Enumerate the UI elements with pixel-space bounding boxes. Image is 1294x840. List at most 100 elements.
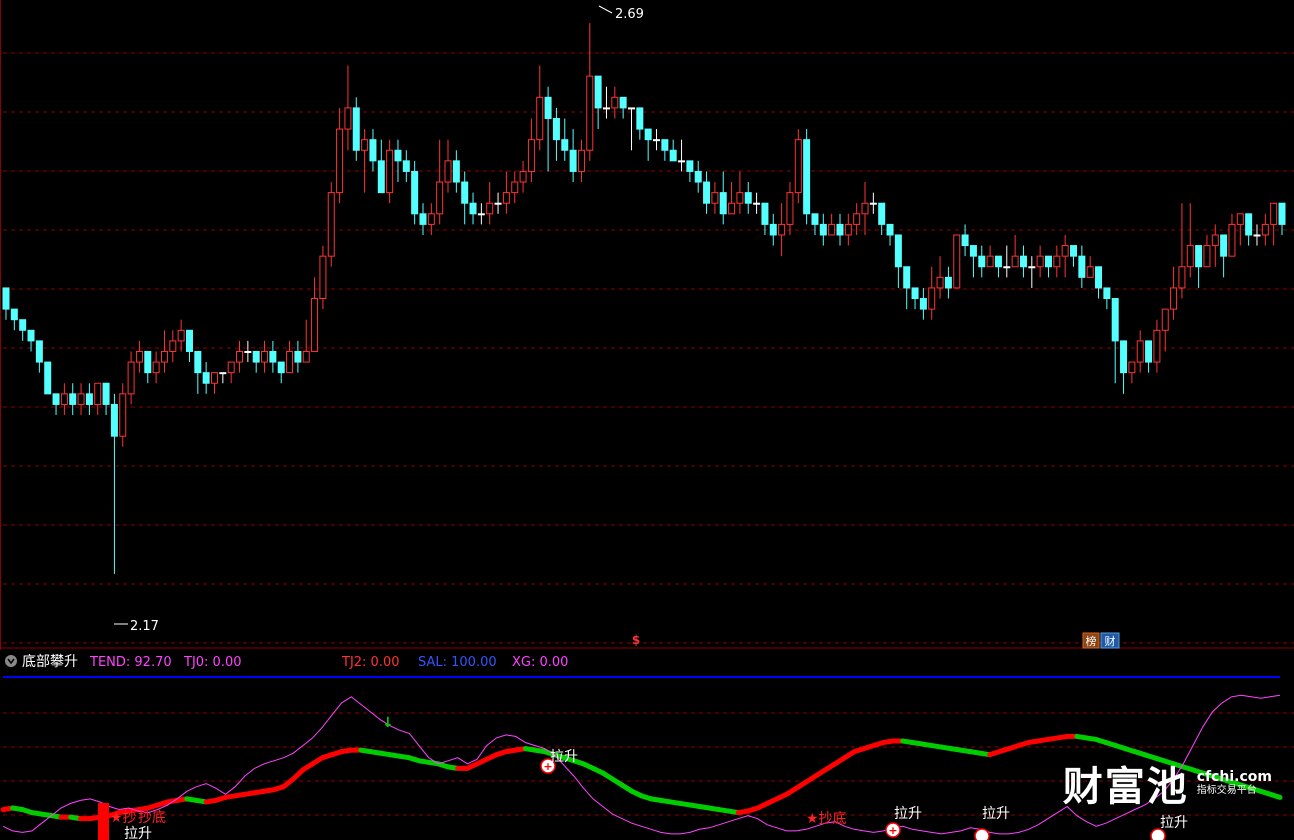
candle [1261,213,1269,246]
candle [1153,319,1161,373]
candle-body [694,170,702,183]
bottom-signal-1: ★抄 [110,810,137,826]
candle [269,340,277,373]
candle [1053,245,1061,278]
candle [1186,203,1194,278]
candle-body [1245,213,1253,236]
candle-body [569,149,577,172]
candle [577,139,585,183]
candle [561,118,569,161]
candle-body [636,107,644,130]
candle [227,361,235,384]
candle-body [619,96,627,109]
candle [728,182,736,215]
candle [469,192,477,225]
candle-body [711,192,719,204]
candle [119,383,127,447]
candle-body [744,192,752,204]
candle [461,171,469,225]
candle-body [44,361,52,395]
candle [244,340,252,363]
rise-signal-2: 拉升 [550,749,578,765]
candle-body [77,393,85,405]
candle-body [2,287,10,310]
candle [194,350,202,394]
candle-body [1103,287,1111,300]
candle-body [486,202,494,215]
candle-body [1128,361,1136,374]
candle-body [110,403,118,437]
finance-badge[interactable]: 财 [1100,632,1120,649]
candle-body [1111,298,1119,342]
candle-body [261,350,269,363]
candle [177,319,185,352]
candle [736,171,744,214]
candle-body [1261,223,1269,236]
candle-body [185,329,193,352]
candle-body [1253,234,1261,237]
candle-body [853,213,861,225]
candle [319,245,327,310]
candle-body [653,139,661,142]
stock-chart: 2.69 2.17 $ 榜 财 底部攀升 TEND: 92.70 TJ0: 0.… [0,0,1294,840]
candle-body [336,128,344,194]
candle [1253,224,1261,246]
candle-body [219,372,227,375]
candle [811,213,819,235]
candle-body [394,149,402,162]
candle-body [786,192,794,225]
candle [1120,340,1128,394]
candle [302,319,310,363]
candle-body [644,128,652,141]
candle-body [944,276,952,289]
candle-body [869,202,877,205]
high-annotation: 2.69 [598,5,644,22]
candle-body [577,149,585,172]
signal-labels: ★抄 抄底 拉升 ↓ + 拉升 ★抄底 + 拉升 拉升 拉升 [110,715,1188,840]
candle-body [135,350,143,363]
candle [436,139,444,225]
candle [394,139,402,183]
candle-body [1019,255,1027,268]
candle-body [286,350,294,374]
rank-badge[interactable]: 榜 [1082,632,1100,649]
candle-body [119,393,127,437]
candle-body [1095,266,1103,289]
candle-body [1044,255,1052,268]
candle [1086,256,1094,278]
candle [261,340,269,373]
candle-body [444,160,452,183]
candle-body [719,192,727,215]
candle-body [811,213,819,225]
candle-body [1028,266,1036,269]
candle [477,203,485,225]
candle [169,330,177,363]
candle [402,150,410,183]
candle-body [269,350,277,363]
candle [1161,308,1169,352]
candle [769,213,777,246]
candle [377,139,385,194]
svg-text:+: + [888,824,897,837]
candle [694,160,702,193]
candle [753,192,761,214]
rise-signal-1: 拉升 [124,826,152,840]
candle [1136,330,1144,373]
candle-body [919,298,927,310]
candle [803,129,811,225]
candle [486,182,494,225]
candle [644,128,652,161]
candle-body [386,149,394,194]
tj0-value: TJ0: 0.00 [183,655,242,670]
candle [369,129,377,172]
candle-body [10,308,18,321]
candle-body [469,202,477,215]
candle-body [461,181,469,204]
candle [1220,234,1228,278]
candle-body [928,287,936,310]
candle [569,129,577,183]
candle [678,139,686,172]
collapse-icon[interactable] [5,655,17,667]
candle [1228,213,1236,257]
rise-signal-3: 拉升 [894,806,922,822]
